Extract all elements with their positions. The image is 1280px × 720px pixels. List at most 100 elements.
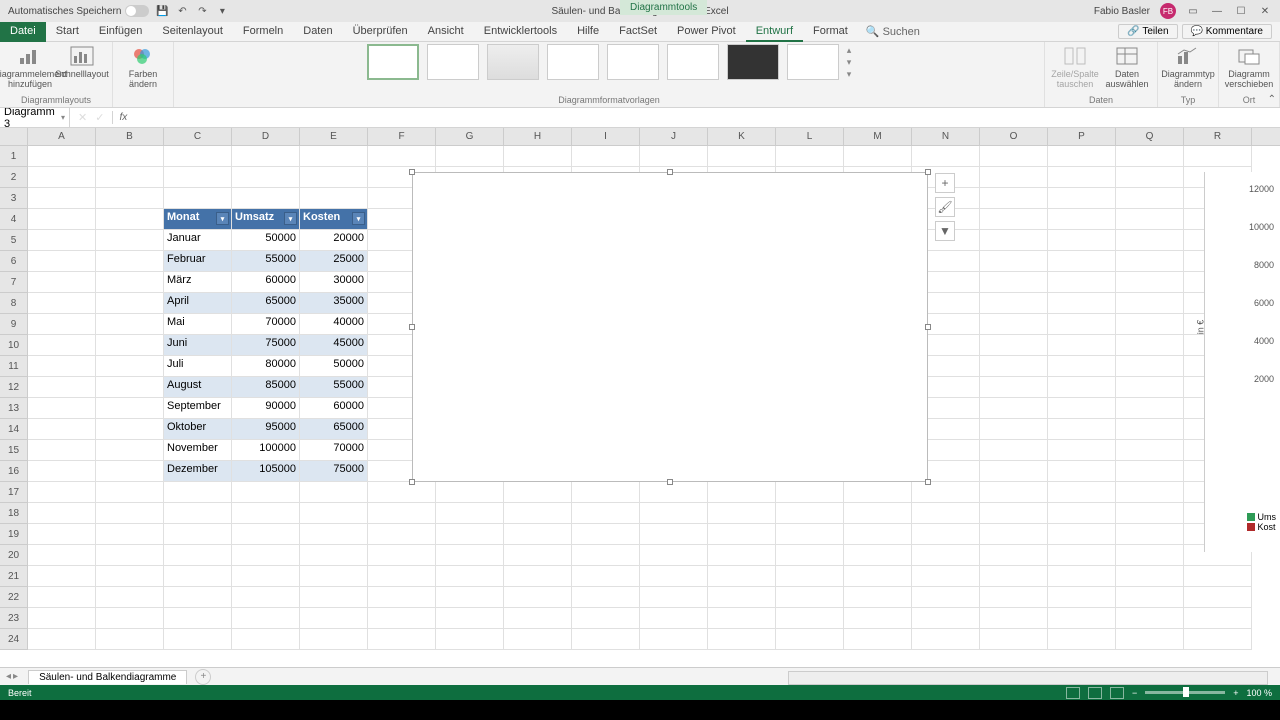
- cell[interactable]: [912, 545, 980, 566]
- cell[interactable]: [1116, 629, 1184, 650]
- cell[interactable]: [1048, 377, 1116, 398]
- cell[interactable]: [300, 608, 368, 629]
- cell[interactable]: [1116, 419, 1184, 440]
- cell[interactable]: [1116, 440, 1184, 461]
- row-header[interactable]: 19: [0, 524, 28, 545]
- redo-icon[interactable]: ↷: [195, 4, 209, 18]
- cell[interactable]: [1048, 272, 1116, 293]
- ribbon-tab-datei[interactable]: Datei: [0, 22, 46, 42]
- resize-handle[interactable]: [409, 169, 415, 175]
- ribbon-tab-format[interactable]: Format: [803, 22, 858, 42]
- cancel-formula-icon[interactable]: ✕: [78, 111, 87, 124]
- cell[interactable]: [572, 566, 640, 587]
- cell[interactable]: [1048, 314, 1116, 335]
- cell[interactable]: [300, 629, 368, 650]
- chart-styles-button[interactable]: 🖌: [935, 197, 955, 217]
- user-avatar[interactable]: FB: [1160, 3, 1176, 19]
- close-icon[interactable]: ✕: [1258, 4, 1272, 18]
- cell[interactable]: [1048, 398, 1116, 419]
- cell[interactable]: [28, 566, 96, 587]
- cell[interactable]: [708, 503, 776, 524]
- cell[interactable]: [980, 566, 1048, 587]
- cell[interactable]: [776, 629, 844, 650]
- select-data-button[interactable]: Daten auswählen: [1103, 44, 1151, 90]
- resize-handle[interactable]: [925, 479, 931, 485]
- ribbon-tab-einfügen[interactable]: Einfügen: [89, 22, 152, 42]
- row-header[interactable]: 17: [0, 482, 28, 503]
- cell[interactable]: [1116, 482, 1184, 503]
- cell[interactable]: Januar: [164, 230, 232, 251]
- cell[interactable]: 75000: [232, 335, 300, 356]
- cell[interactable]: [1116, 524, 1184, 545]
- ribbon-tab-seitenlayout[interactable]: Seitenlayout: [152, 22, 233, 42]
- column-header[interactable]: J: [640, 128, 708, 145]
- cell[interactable]: [96, 356, 164, 377]
- cell[interactable]: [28, 335, 96, 356]
- cell[interactable]: [980, 188, 1048, 209]
- change-colors-button[interactable]: Farben ändern: [119, 44, 167, 90]
- cell[interactable]: [164, 545, 232, 566]
- cell[interactable]: [232, 566, 300, 587]
- cell[interactable]: [1116, 356, 1184, 377]
- share-button[interactable]: 🔗 Teilen: [1118, 24, 1177, 39]
- cell[interactable]: 35000: [300, 293, 368, 314]
- cell[interactable]: [368, 524, 436, 545]
- filter-icon[interactable]: ▾: [284, 212, 297, 225]
- cell[interactable]: [1048, 251, 1116, 272]
- cell[interactable]: [1048, 209, 1116, 230]
- cell[interactable]: [368, 482, 436, 503]
- cell[interactable]: [232, 608, 300, 629]
- cell[interactable]: [436, 524, 504, 545]
- ribbon-tab-hilfe[interactable]: Hilfe: [567, 22, 609, 42]
- style-scroll-down-icon[interactable]: ▾: [847, 57, 852, 68]
- cell[interactable]: [96, 503, 164, 524]
- cell[interactable]: [1116, 398, 1184, 419]
- cell[interactable]: Dezember: [164, 461, 232, 482]
- cell[interactable]: [980, 440, 1048, 461]
- row-header[interactable]: 21: [0, 566, 28, 587]
- cell[interactable]: [28, 545, 96, 566]
- cell[interactable]: [912, 566, 980, 587]
- cell[interactable]: [96, 293, 164, 314]
- row-header[interactable]: 22: [0, 587, 28, 608]
- cell[interactable]: Juli: [164, 356, 232, 377]
- cell[interactable]: [1048, 356, 1116, 377]
- row-header[interactable]: 23: [0, 608, 28, 629]
- cell[interactable]: [368, 629, 436, 650]
- row-header[interactable]: 18: [0, 503, 28, 524]
- cell[interactable]: [96, 188, 164, 209]
- cell[interactable]: [436, 587, 504, 608]
- cell[interactable]: 50000: [232, 230, 300, 251]
- cell[interactable]: 30000: [300, 272, 368, 293]
- spreadsheet-grid[interactable]: ABCDEFGHIJKLMNOPQR 123456789101112131415…: [0, 128, 1280, 660]
- cell[interactable]: [1048, 545, 1116, 566]
- cell[interactable]: [96, 209, 164, 230]
- column-header[interactable]: K: [708, 128, 776, 145]
- cell[interactable]: [164, 629, 232, 650]
- column-header[interactable]: H: [504, 128, 572, 145]
- cell[interactable]: [776, 482, 844, 503]
- cell[interactable]: [28, 440, 96, 461]
- cell[interactable]: [368, 566, 436, 587]
- column-header[interactable]: G: [436, 128, 504, 145]
- cell[interactable]: [1116, 293, 1184, 314]
- cell[interactable]: [300, 146, 368, 167]
- row-header[interactable]: 2: [0, 167, 28, 188]
- cell[interactable]: [1048, 461, 1116, 482]
- cell[interactable]: [436, 503, 504, 524]
- cell[interactable]: Umsatz▾: [232, 209, 300, 230]
- cell[interactable]: [164, 608, 232, 629]
- cell[interactable]: [164, 587, 232, 608]
- cell[interactable]: 75000: [300, 461, 368, 482]
- cell[interactable]: [28, 209, 96, 230]
- page-break-view-button[interactable]: [1110, 687, 1124, 699]
- cell[interactable]: [96, 566, 164, 587]
- cell[interactable]: [640, 524, 708, 545]
- cell[interactable]: 85000: [232, 377, 300, 398]
- zoom-slider[interactable]: [1145, 691, 1225, 694]
- cell[interactable]: 40000: [300, 314, 368, 335]
- cell[interactable]: [368, 503, 436, 524]
- cell[interactable]: [232, 524, 300, 545]
- cell[interactable]: November: [164, 440, 232, 461]
- cell[interactable]: [776, 146, 844, 167]
